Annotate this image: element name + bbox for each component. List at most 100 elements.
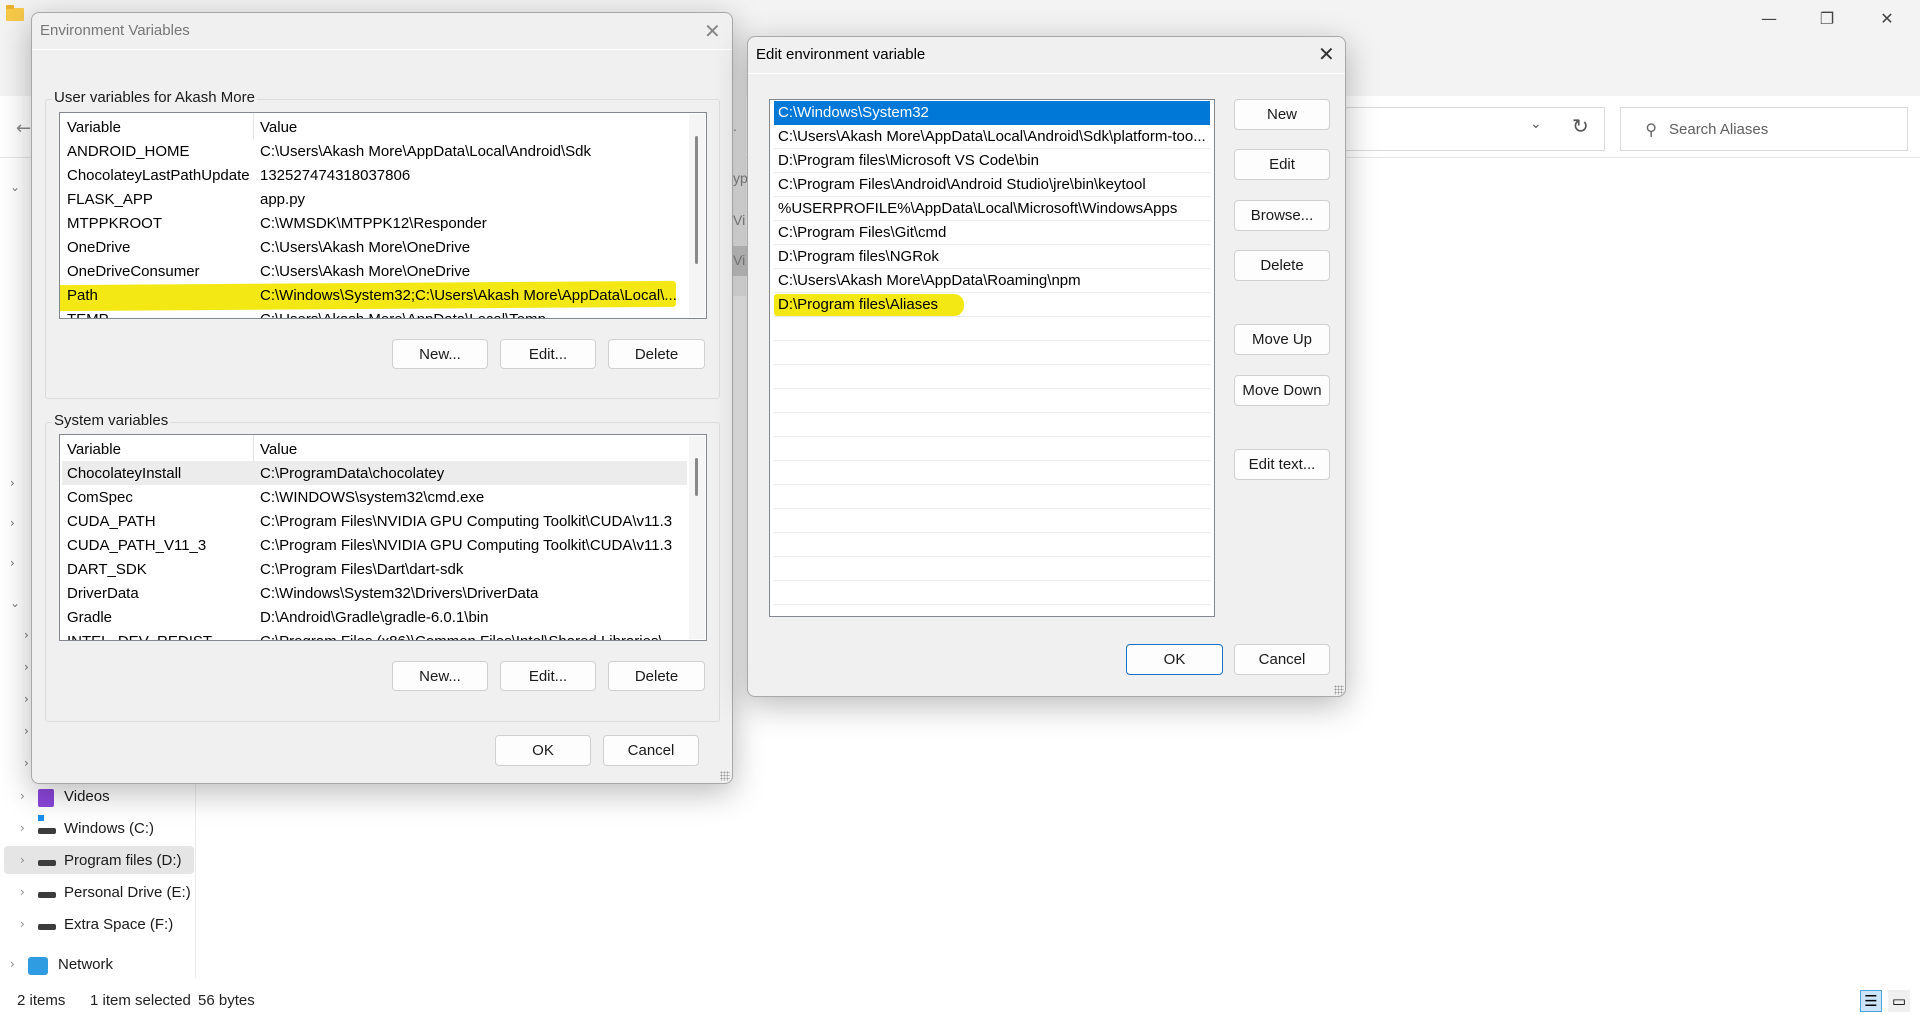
empty-list-item[interactable] [774, 341, 1210, 365]
user-delete-button[interactable]: Delete [608, 339, 705, 369]
system-edit-button[interactable]: Edit... [500, 661, 596, 691]
table-row[interactable]: MTPPKROOT C:\WMSDK\MTPPK12\Responder [62, 211, 687, 235]
chevron-right-icon[interactable]: › [20, 917, 38, 931]
chevron-right-icon[interactable]: › [24, 724, 29, 738]
empty-list-item[interactable] [774, 365, 1210, 389]
empty-list-item[interactable] [774, 413, 1210, 437]
path-list-item[interactable]: D:\Program files\Microsoft VS Code\bin [774, 149, 1210, 173]
ok-button[interactable]: OK [1126, 644, 1223, 675]
nav-item-windows-c[interactable]: › Windows (C:) [4, 814, 194, 842]
scrollbar[interactable] [689, 436, 705, 639]
path-list-item[interactable]: C:\Program Files\Git\cmd [774, 221, 1210, 245]
browse-button[interactable]: Browse... [1234, 200, 1330, 231]
column-header-value[interactable]: Value [260, 441, 297, 458]
chevron-right-icon[interactable]: › [10, 556, 15, 570]
column-header-value[interactable]: Value [260, 119, 297, 136]
table-row[interactable]: ComSpec C:\WINDOWS\system32\cmd.exe [62, 485, 687, 509]
move-up-button[interactable]: Move Up [1234, 324, 1330, 355]
chevron-right-icon[interactable]: › [20, 821, 38, 835]
tiles-view-icon[interactable]: ▭ [1888, 990, 1910, 1012]
move-down-button[interactable]: Move Down [1234, 375, 1330, 406]
user-edit-button[interactable]: Edit... [500, 339, 596, 369]
column-header-variable[interactable]: Variable [67, 119, 121, 136]
table-row[interactable]: TEMPC:\Users\Akash More\AppData\Local\Te… [62, 307, 687, 318]
empty-list-item[interactable] [774, 461, 1210, 485]
table-row[interactable]: OneDriveConsumer C:\Users\Akash More\OneD… [62, 259, 687, 283]
close-icon[interactable]: ✕ [704, 19, 721, 43]
path-list-item-aliases[interactable]: D:\Program files\Aliases [774, 293, 1210, 317]
user-variables-list[interactable]: Variable Value ANDROID_HOME C:\Users\Akas… [59, 112, 707, 319]
chevron-right-icon[interactable]: › [24, 628, 29, 642]
path-list[interactable]: C:\Windows\System32 C:\Users\Akash More\… [769, 99, 1215, 617]
path-list-item[interactable]: %USERPROFILE%\AppData\Local\Microsoft\Wi… [774, 197, 1210, 221]
empty-list-item[interactable] [774, 389, 1210, 413]
nav-item-extra-space-f[interactable]: › Extra Space (F:) [4, 910, 194, 938]
new-button[interactable]: New [1234, 99, 1330, 130]
minimize-button[interactable]: — [1746, 4, 1792, 32]
resize-grip[interactable] [720, 771, 730, 781]
close-icon[interactable]: ✕ [1318, 42, 1335, 66]
chevron-right-icon[interactable]: › [10, 516, 15, 530]
scrollbar[interactable] [689, 114, 705, 317]
table-row[interactable]: Gradle D:\Android\Gradle\gradle-6.0.1\bin [62, 605, 687, 629]
path-list-item[interactable]: C:\Users\Akash More\AppData\Local\Androi… [774, 125, 1210, 149]
nav-item-network[interactable]: › Network [4, 950, 194, 978]
path-list-item[interactable]: C:\Windows\System32 [774, 101, 1210, 125]
refresh-icon[interactable]: ↻ [1572, 114, 1589, 138]
scrollbar-thumb[interactable] [695, 136, 698, 264]
table-row[interactable]: CUDA_PATH C:\Program Files\NVIDIA GPU Com… [62, 509, 687, 533]
ok-button[interactable]: OK [495, 735, 591, 766]
path-list-item[interactable]: C:\Users\Akash More\AppData\Roaming\npm [774, 269, 1210, 293]
user-new-button[interactable]: New... [392, 339, 488, 369]
system-delete-button[interactable]: Delete [608, 661, 705, 691]
path-list-item[interactable]: D:\Program files\NGRok [774, 245, 1210, 269]
details-view-icon[interactable]: ☰ [1860, 990, 1882, 1012]
scrollbar-thumb[interactable] [695, 458, 698, 496]
empty-list-item[interactable] [774, 437, 1210, 461]
back-arrow-icon[interactable]: ← [16, 118, 31, 139]
table-row[interactable]: INTEL_DEV_REDISTC:\Program Files (x86)\C… [62, 629, 687, 640]
chevron-right-icon[interactable]: › [24, 660, 29, 674]
chevron-right-icon[interactable]: › [24, 692, 29, 706]
table-row[interactable]: FLASK_APP app.py [62, 187, 687, 211]
resize-grip[interactable] [1334, 685, 1344, 695]
chevron-down-icon[interactable]: ⌄ [10, 596, 20, 610]
chevron-right-icon[interactable]: › [10, 476, 15, 490]
search-box[interactable]: ⚲ [1620, 107, 1908, 151]
table-row-path[interactable]: Path C:\Windows\System32;C:\Users\Akash M… [62, 283, 687, 307]
chevron-right-icon[interactable]: › [20, 789, 38, 803]
system-variables-list[interactable]: Variable Value ChocolateyInstall C:\Progr… [59, 434, 707, 641]
empty-list-item[interactable] [774, 485, 1210, 509]
chevron-right-icon[interactable]: › [10, 957, 28, 971]
nav-item-personal-drive-e[interactable]: › Personal Drive (E:) [4, 878, 194, 906]
empty-list-item[interactable] [774, 509, 1210, 533]
table-row[interactable]: ChocolateyInstall C:\ProgramData\chocolat… [62, 461, 687, 485]
edit-text-button[interactable]: Edit text... [1234, 449, 1330, 480]
table-row[interactable]: CUDA_PATH_V11_3 C:\Program Files\NVIDIA G… [62, 533, 687, 557]
empty-list-item[interactable] [774, 317, 1210, 341]
chevron-right-icon[interactable]: › [20, 885, 38, 899]
column-header-variable[interactable]: Variable [67, 441, 121, 458]
system-new-button[interactable]: New... [392, 661, 488, 691]
nav-item-videos[interactable]: › Videos [4, 782, 194, 810]
table-row[interactable]: OneDrive C:\Users\Akash More\OneDrive [62, 235, 687, 259]
cancel-button[interactable]: Cancel [1234, 644, 1330, 675]
close-window-button[interactable]: ✕ [1864, 4, 1910, 32]
chevron-right-icon[interactable]: › [24, 756, 29, 770]
delete-button[interactable]: Delete [1234, 250, 1330, 281]
table-row[interactable]: DriverData C:\Windows\System32\Drivers\Dr… [62, 581, 687, 605]
table-row[interactable]: ANDROID_HOME C:\Users\Akash More\AppData\… [62, 139, 687, 163]
path-list-item[interactable]: C:\Program Files\Android\Android Studio\… [774, 173, 1210, 197]
table-row[interactable]: ChocolateyLastPathUpdate 1325274743180378… [62, 163, 687, 187]
empty-list-item[interactable] [774, 581, 1210, 605]
edit-button[interactable]: Edit [1234, 149, 1330, 180]
search-input[interactable] [1669, 120, 1899, 138]
empty-list-item[interactable] [774, 557, 1210, 581]
chevron-down-icon[interactable]: ⌄ [1530, 116, 1542, 132]
table-row[interactable]: DART_SDK C:\Program Files\Dart\dart-sdk [62, 557, 687, 581]
nav-item-program-files-d[interactable]: › Program files (D:) [4, 846, 194, 874]
restore-button[interactable]: ❐ [1804, 4, 1850, 32]
empty-list-item[interactable] [774, 533, 1210, 557]
chevron-right-icon[interactable]: › [20, 853, 38, 867]
cancel-button[interactable]: Cancel [603, 735, 699, 766]
